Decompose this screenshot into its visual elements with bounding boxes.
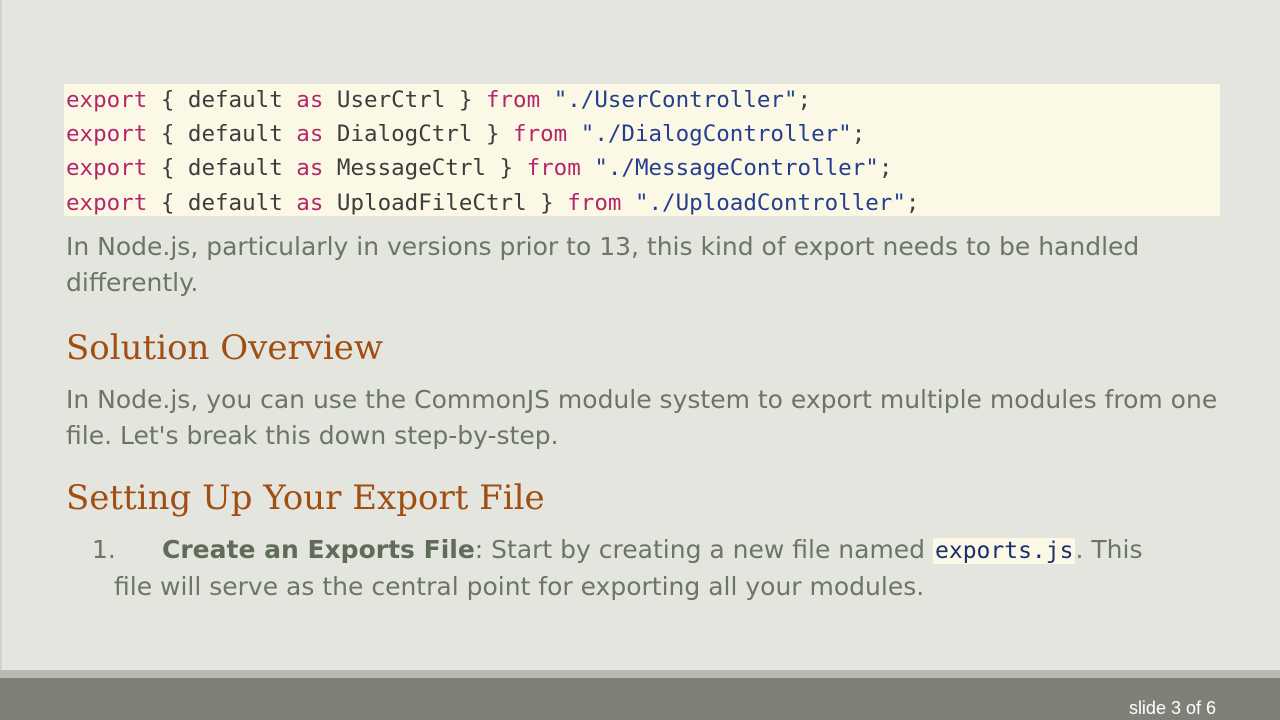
code-text: ; <box>905 190 920 216</box>
code-keyword: as <box>296 155 324 181</box>
code-keyword: as <box>296 121 324 147</box>
footer-bar: slide 3 of 6 <box>0 670 1280 720</box>
list-item-continuation: file will serve as the central point for… <box>114 572 925 601</box>
code-keyword: from <box>485 87 541 113</box>
inline-code: exports.js <box>933 538 1076 564</box>
code-keyword: export <box>66 87 148 113</box>
list-item-first-line: 1. Create an Exports File: Start by creat… <box>92 532 1212 569</box>
code-text: { default <box>147 190 297 216</box>
code-string: "./MessageController" <box>594 155 879 181</box>
code-keyword: from <box>526 155 581 181</box>
code-text: UploadFileCtrl } <box>323 190 568 216</box>
code-keyword: from <box>567 190 622 216</box>
code-keyword: export <box>66 190 148 216</box>
code-line: export { default as UserCtrl } from "./U… <box>66 85 811 115</box>
code-text: { default <box>147 87 297 113</box>
code-keyword: from <box>513 121 568 147</box>
code-keyword: as <box>296 87 324 113</box>
code-block: export { default as UserCtrl } from "./U… <box>64 84 1220 216</box>
solution-heading: Solution Overview <box>66 328 384 368</box>
code-string: "./UserController" <box>553 87 798 113</box>
setup-heading: Setting Up Your Export File <box>66 478 545 518</box>
code-line: export { default as DialogCtrl } from ".… <box>66 119 865 149</box>
slide-indicator: slide 3 of 6 <box>1128 698 1216 718</box>
code-string: "./DialogController" <box>580 121 852 147</box>
code-text: ; <box>797 87 812 113</box>
code-text: { default <box>147 121 297 147</box>
list-item: 1. Create an Exports File: Start by creat… <box>92 532 1212 605</box>
code-line: export { default as UploadFileCtrl } fro… <box>66 188 919 218</box>
code-line: export { default as MessageCtrl } from "… <box>66 153 892 183</box>
code-keyword: export <box>66 121 148 147</box>
list-item-title: Create an Exports File <box>162 535 475 564</box>
code-text: DialogCtrl } <box>323 121 514 147</box>
code-text: ; <box>851 121 866 147</box>
code-keyword: export <box>66 155 148 181</box>
code-string: "./UploadController" <box>634 190 906 216</box>
code-text: MessageCtrl } <box>323 155 527 181</box>
list-item-text: : Start by creating a new file named <box>474 535 933 564</box>
code-text: { default <box>147 155 297 181</box>
list-item-text: . This <box>1075 535 1143 564</box>
code-keyword: as <box>296 190 324 216</box>
solution-paragraph: In Node.js, you can use the CommonJS mod… <box>66 385 1218 450</box>
code-text: UserCtrl } <box>323 87 486 113</box>
intro-paragraph: In Node.js, particularly in versions pri… <box>66 232 1140 297</box>
code-text: ; <box>878 155 893 181</box>
list-number: 1. <box>92 535 116 564</box>
slide: export { default as UserCtrl } from "./U… <box>0 0 1280 670</box>
